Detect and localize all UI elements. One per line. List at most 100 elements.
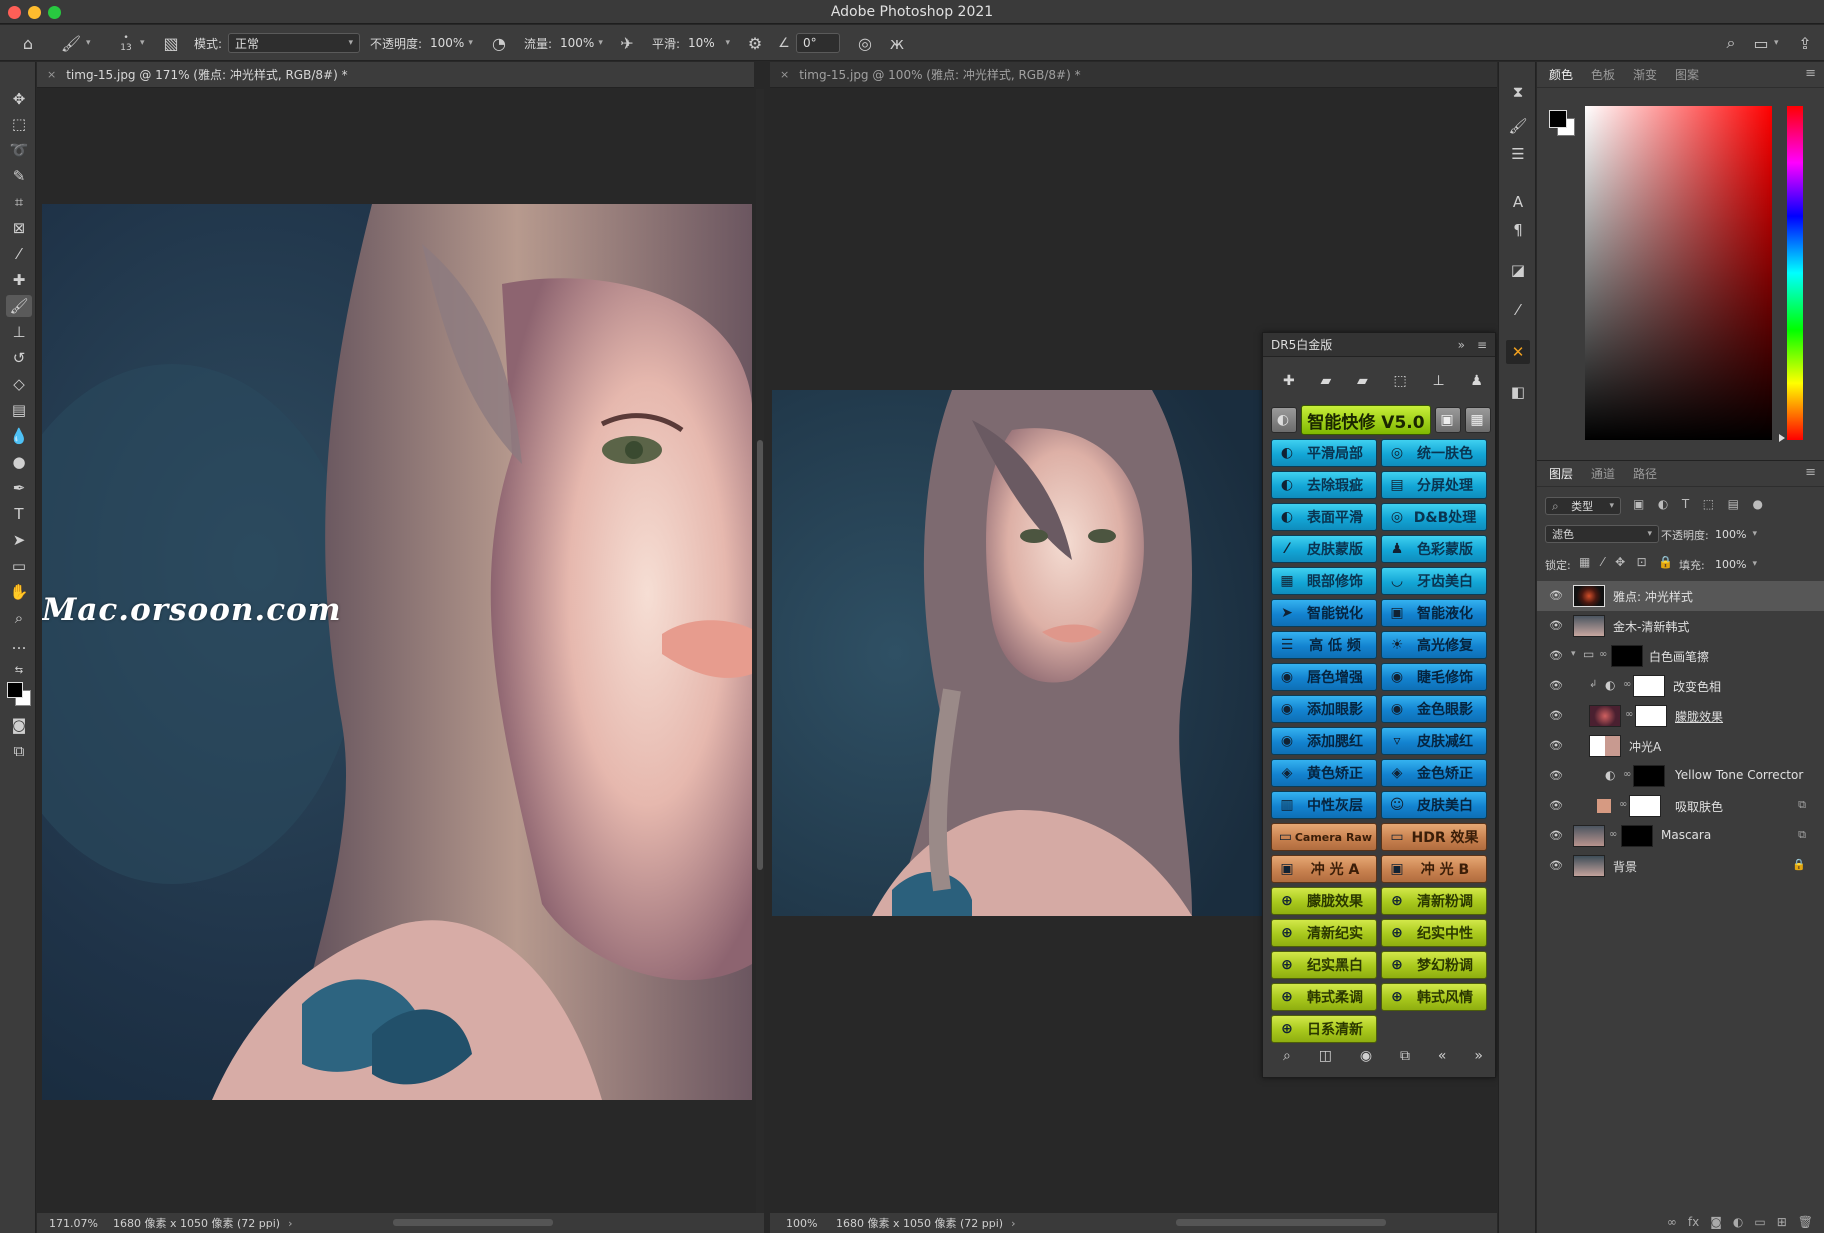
dr5-action-button[interactable]: ♟ 色彩蒙版 — [1381, 535, 1487, 563]
libraries-icon[interactable]: ◧ — [1506, 380, 1530, 404]
tab-layers-panel[interactable]: 图层 — [1549, 465, 1573, 482]
tab-color-panel[interactable]: 色板 — [1591, 66, 1615, 83]
chevron-down-icon[interactable]: ▾ — [1571, 649, 1576, 659]
blur-tool-icon[interactable]: 💧 — [6, 425, 32, 447]
tab-color-panel[interactable]: 颜色 — [1549, 66, 1573, 83]
tab-document-2[interactable]: × timg-15.jpg @ 100% (雅点: 冲光样式, RGB/8#) … — [770, 62, 1497, 88]
stamp-icon[interactable]: ⊥ — [1432, 373, 1444, 393]
chevron-right-icon[interactable]: › — [288, 1217, 292, 1230]
image-filter-icon[interactable]: ▣ — [1633, 497, 1644, 515]
scroll-thumb[interactable] — [757, 440, 763, 870]
dr5-action-button[interactable]: ▣ 智能液化 — [1381, 599, 1487, 627]
close-icon[interactable]: × — [780, 68, 789, 81]
workspace-icon[interactable]: ▭ — [1750, 25, 1772, 61]
zoom-level[interactable]: 171.07% — [49, 1217, 107, 1230]
dr5-action-button[interactable]: ◈ 金色矫正 — [1381, 759, 1487, 787]
angle-input[interactable]: 0° — [796, 33, 840, 53]
dr5-action-button[interactable]: ⊕ 纪实中性 — [1381, 919, 1487, 947]
search-icon[interactable]: ⌕ — [1283, 1048, 1291, 1068]
person-stamp-icon[interactable]: ♟ — [1470, 373, 1483, 393]
link-layers-icon[interactable]: ∞ — [1667, 1215, 1677, 1229]
collapse-icon[interactable]: » — [1458, 338, 1465, 352]
tab-layers-panel[interactable]: 路径 — [1633, 465, 1657, 482]
type-tool-icon[interactable]: T — [6, 503, 32, 525]
horizontal-scrollbar-2[interactable] — [1176, 1219, 1386, 1226]
zoom-level[interactable]: 100% — [786, 1217, 826, 1230]
marquee-tool-icon[interactable]: ⬚ — [6, 113, 32, 135]
history-icon[interactable]: ⧗ — [1506, 80, 1530, 104]
chevron-right-icon[interactable]: › — [1011, 1217, 1015, 1230]
snapshot-icon[interactable]: ◉ — [1360, 1048, 1372, 1068]
quick-mask-icon[interactable]: ◙ — [6, 714, 32, 736]
next-page-icon[interactable]: » — [1474, 1048, 1483, 1068]
smart-filter-icon[interactable]: ▤ — [1728, 497, 1739, 515]
layer-row[interactable]: 👁 ∞ 吸取肤色 ⧉ — [1537, 791, 1824, 821]
home-icon[interactable]: ⌂ — [16, 25, 40, 61]
blend-mode-select[interactable]: 滤色 ▾ — [1545, 525, 1659, 543]
dr5-action-button[interactable]: ◉ 睫毛修饰 — [1381, 663, 1487, 691]
airbrush-icon[interactable]: ✈ — [616, 25, 638, 61]
frame-tool-icon[interactable]: ⊠ — [6, 217, 32, 239]
tab-color-panel[interactable]: 渐变 — [1633, 66, 1657, 83]
screen-mode-icon[interactable]: ⧉ — [6, 740, 32, 762]
menu-icon[interactable]: ≡ — [1477, 338, 1487, 352]
previous-page-icon[interactable]: « — [1438, 1048, 1447, 1068]
new-adjustment-icon[interactable]: ◐ — [1733, 1215, 1743, 1229]
smooth-input[interactable]: 10% ▾ — [682, 33, 736, 53]
bandage-icon[interactable]: ▰ — [1320, 373, 1331, 393]
lasso-tool-icon[interactable]: ➰ — [6, 139, 32, 161]
chevron-down-icon[interactable]: ▾ — [86, 25, 91, 61]
dr5-action-button[interactable]: ⊕ 梦幻粉调 — [1381, 951, 1487, 979]
swap-colors-icon[interactable]: ⇆ — [6, 662, 32, 678]
dr5-action-button[interactable]: ◡ 牙齿美白 — [1381, 567, 1487, 595]
dr5-action-button[interactable]: ▭ Camera Raw — [1271, 823, 1377, 851]
copy-icon[interactable]: ⧉ — [1400, 1048, 1410, 1068]
chevron-down-icon[interactable]: ▾ — [1774, 25, 1779, 61]
horizontal-scrollbar-1[interactable] — [393, 1219, 553, 1226]
zoom-tool-icon[interactable]: ⌕ — [6, 607, 32, 629]
shape-filter-icon[interactable]: ⬚ — [1703, 497, 1714, 515]
visibility-eye-icon[interactable]: 👁 — [1549, 769, 1563, 783]
compare-icon[interactable]: ◫ — [1319, 1048, 1332, 1068]
close-icon[interactable]: × — [47, 68, 56, 81]
hue-slider-pointer[interactable] — [1779, 434, 1785, 442]
healing-brush-tool-icon[interactable]: ✚ — [6, 269, 32, 291]
gear-icon[interactable]: ⚙ — [744, 25, 766, 61]
paragraph-icon[interactable]: ¶ — [1506, 218, 1530, 242]
tab-color-panel[interactable]: 图案 — [1675, 66, 1699, 83]
character-icon[interactable]: A — [1506, 190, 1530, 214]
chevron-down-icon[interactable]: ▾ — [140, 25, 145, 61]
eyedropper-tool-icon[interactable]: ⁄ — [6, 243, 32, 265]
heal-icon[interactable]: ✚ — [1283, 373, 1295, 393]
layer-row[interactable]: 👁 ↲ ◐ ∞ 改变色相 — [1537, 671, 1824, 701]
dr5-action-button[interactable]: ➤ 智能锐化 — [1271, 599, 1377, 627]
layer-row[interactable]: 👁 背景 🔒 — [1537, 851, 1824, 881]
pressure-size-icon[interactable]: ◎ — [854, 25, 876, 61]
dr5-action-button[interactable]: ◉ 唇色增强 — [1271, 663, 1377, 691]
mode-select[interactable]: 正常 ▾ — [228, 33, 360, 53]
dr5-action-button[interactable]: ▭ HDR 效果 — [1381, 823, 1487, 851]
dr5-action-button[interactable]: ☀ 高光修复 — [1381, 631, 1487, 659]
adjust-icon[interactable]: ☰ — [1506, 142, 1530, 166]
dr5-action-button[interactable]: ☰ 高 低 频 — [1271, 631, 1377, 659]
dr5-action-button[interactable]: ◈ 黄色矫正 — [1271, 759, 1377, 787]
crop-tool-icon[interactable]: ⌗ — [6, 191, 32, 213]
visibility-eye-icon[interactable]: 👁 — [1549, 709, 1563, 723]
symmetry-icon[interactable]: ж — [886, 25, 908, 61]
hue-slider[interactable] — [1787, 106, 1803, 440]
gradient-tool-icon[interactable]: ▤ — [6, 399, 32, 421]
foreground-swatch[interactable] — [1549, 110, 1567, 128]
color-field[interactable] — [1585, 106, 1772, 440]
tab-document-1[interactable]: × timg-15.jpg @ 171% (雅点: 冲光样式, RGB/8#) … — [37, 62, 754, 88]
adjustment-filter-icon[interactable]: ◐ — [1658, 497, 1668, 515]
dr5-action-button[interactable]: ⊕ 韩式风情 — [1381, 983, 1487, 1011]
brush-settings-icon[interactable]: ▧ — [160, 25, 182, 61]
layer-row[interactable]: 👁 ∞ 朦胧效果 — [1537, 701, 1824, 731]
dr5-action-button[interactable]: ◉ 金色眼影 — [1381, 695, 1487, 723]
tab-layers-panel[interactable]: 通道 — [1591, 465, 1615, 482]
layer-row[interactable]: 👁 冲光A — [1537, 731, 1824, 761]
dr5-plugin-icon[interactable]: ✕ — [1506, 340, 1530, 364]
patch-icon[interactable]: ▰ — [1357, 373, 1368, 393]
history-brush-tool-icon[interactable]: ↺ — [6, 347, 32, 369]
layer-row[interactable]: 👁 ∞ Mascara ⧉ — [1537, 821, 1824, 851]
